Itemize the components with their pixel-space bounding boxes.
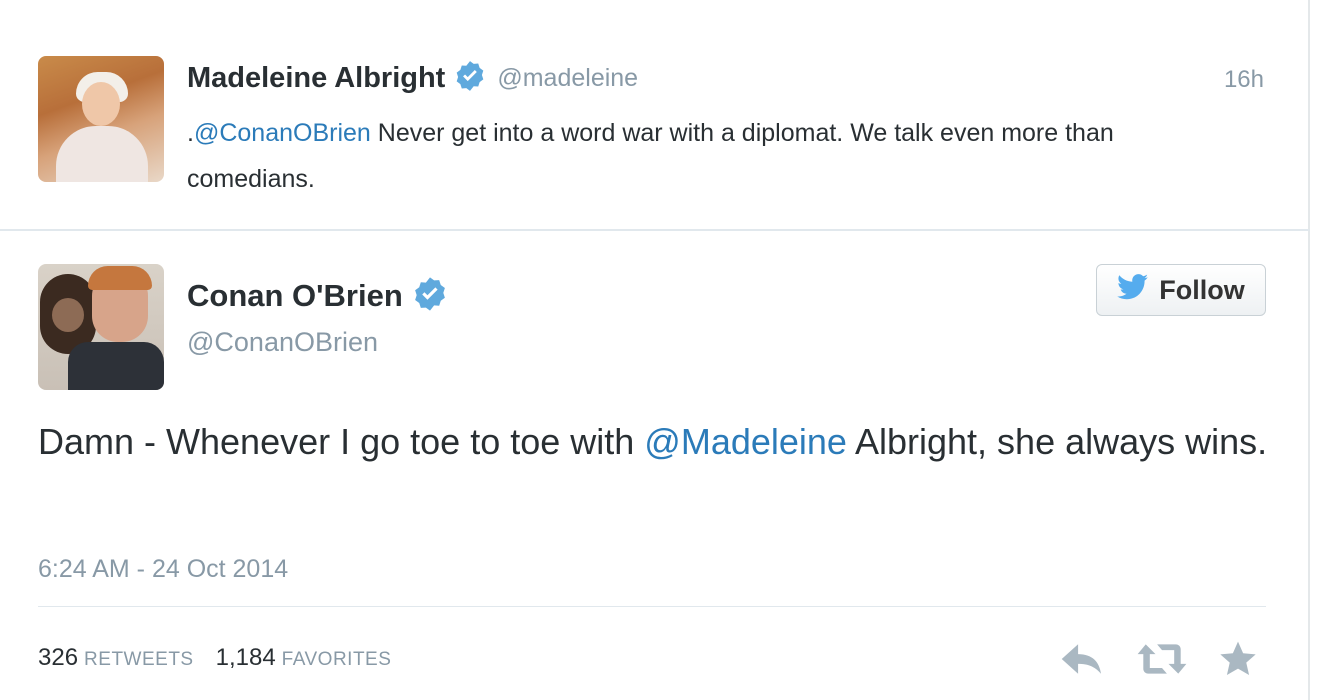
parent-screen-name[interactable]: @madeleine xyxy=(497,64,638,93)
reply-icon[interactable] xyxy=(1060,641,1106,677)
parent-text-prefix: . xyxy=(187,119,194,147)
twitter-bird-icon xyxy=(1117,273,1149,307)
tweet-divider xyxy=(0,229,1310,231)
tweet-conversation-frame: Madeleine Albright @madeleine 16h .@Cona… xyxy=(0,0,1310,700)
tweet-stats: 326 RETWEETS 1,184 FAVORITES xyxy=(38,644,391,672)
parent-tweet[interactable]: Madeleine Albright @madeleine 16h .@Cona… xyxy=(0,0,1310,230)
favorites-stat[interactable]: 1,184 FAVORITES xyxy=(216,644,392,672)
favorites-label: FAVORITES xyxy=(281,649,392,670)
mention-link-conanobrien[interactable]: @ConanOBrien xyxy=(194,119,371,147)
parent-display-name[interactable]: Madeleine Albright xyxy=(187,62,445,95)
follow-button[interactable]: Follow xyxy=(1096,264,1266,316)
main-text-before: Damn - Whenever I go toe to toe with xyxy=(38,421,645,462)
main-screen-name[interactable]: @ConanOBrien xyxy=(187,327,378,358)
parent-tweet-text: .@ConanOBrien Never get into a word war … xyxy=(187,110,1247,202)
retweets-stat[interactable]: 326 RETWEETS xyxy=(38,644,194,672)
main-tweet-timestamp[interactable]: 6:24 AM - 24 Oct 2014 xyxy=(38,555,288,584)
avatar-madeleine-albright[interactable] xyxy=(38,56,164,182)
stats-divider xyxy=(38,606,1266,607)
main-tweet-text: Damn - Whenever I go toe to toe with @Ma… xyxy=(38,410,1268,473)
favorite-star-icon[interactable] xyxy=(1218,640,1258,678)
main-text-after: Albright, she always wins. xyxy=(846,421,1268,462)
tweet-actions xyxy=(1060,640,1258,678)
retweets-label: RETWEETS xyxy=(84,649,194,670)
main-display-name[interactable]: Conan O'Brien xyxy=(187,278,403,314)
verified-icon xyxy=(453,59,487,98)
avatar-conan-obrien[interactable] xyxy=(38,264,164,390)
main-tweet-header: Conan O'Brien xyxy=(187,274,449,318)
retweet-icon[interactable] xyxy=(1136,641,1188,677)
retweets-count: 326 xyxy=(38,644,79,671)
parent-tweet-header: Madeleine Albright @madeleine xyxy=(187,58,638,98)
verified-icon xyxy=(411,275,449,318)
parent-timestamp[interactable]: 16h xyxy=(1224,66,1264,94)
mention-link-madeleine[interactable]: @Madeleine xyxy=(644,421,847,462)
follow-label: Follow xyxy=(1159,274,1245,305)
favorites-count: 1,184 xyxy=(215,644,276,671)
